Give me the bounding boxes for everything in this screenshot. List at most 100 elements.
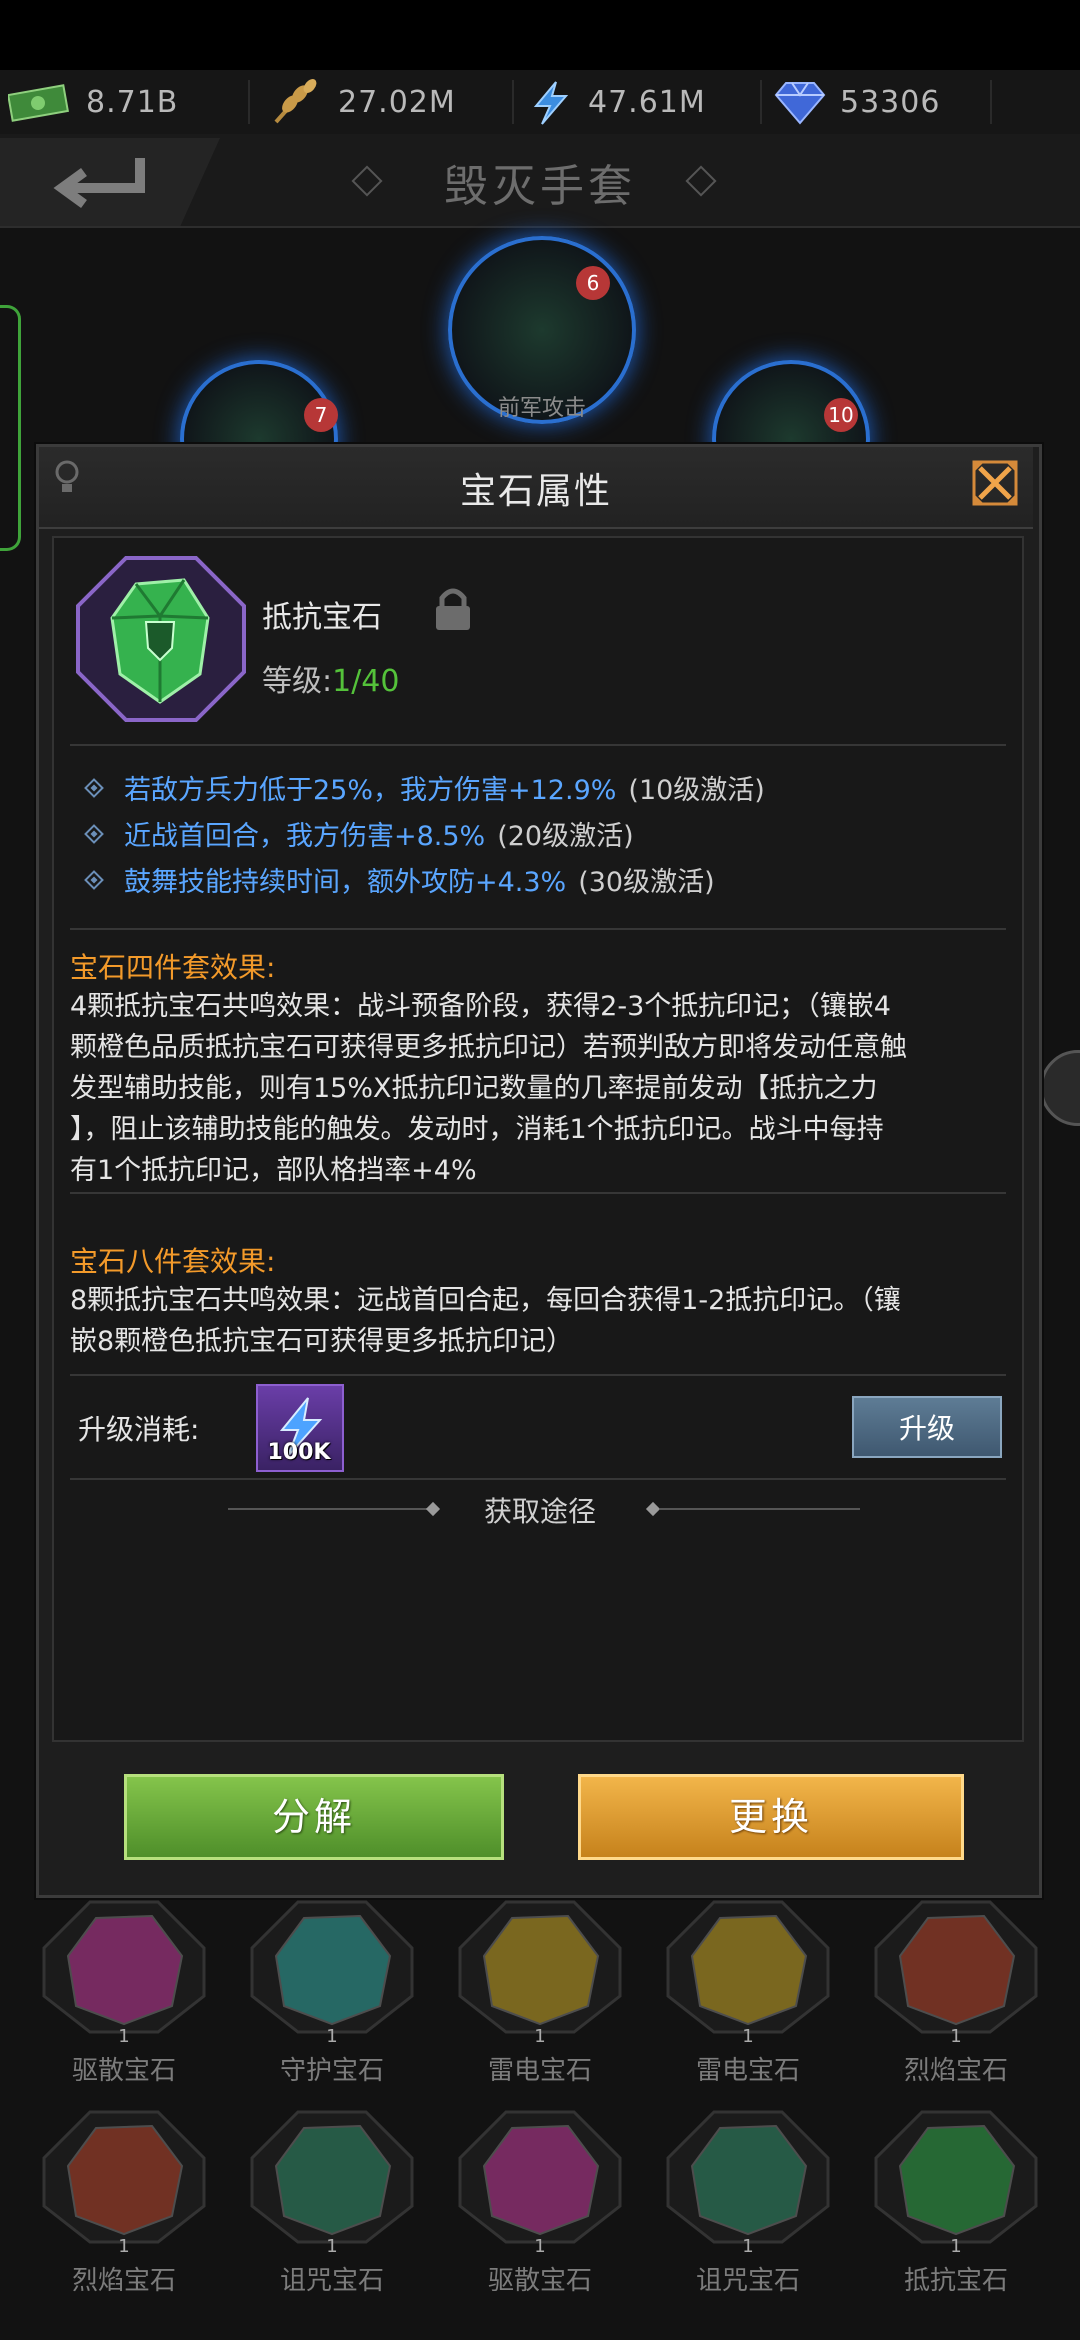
gem-name: 抵抗宝石 [262,600,382,635]
gem-label: 驱散宝石 [71,2056,176,2086]
gem-label: 雷电宝石 [487,2056,592,2086]
gem-qty: 1 [118,2026,130,2047]
diamond-icon [774,82,826,125]
cash-value: 8.71B [86,84,179,120]
gem-qty: 1 [534,2026,546,2047]
gem-label: 烈焰宝石 [71,2266,176,2296]
divider [70,1374,1006,1376]
gem-icon [458,2110,622,2244]
gem-inventory-item[interactable]: 1 驱散宝石 [34,1896,214,2096]
gem-label: 驱散宝石 [487,2266,592,2296]
wheat-icon [274,79,317,124]
gem-level-label: 等级: [262,664,333,699]
wheat-value: 27.02M [338,84,456,120]
gem-inventory-item[interactable]: 1 烈焰宝石 [34,2106,214,2306]
gem-qty: 1 [118,2236,130,2257]
resource-energy[interactable]: 47.61M [526,76,706,128]
upgrade-button[interactable]: 升级 [852,1396,1002,1458]
lightning-icon [533,81,569,125]
gem-inventory-item[interactable]: 1 守护宝石 [242,1896,422,2096]
gem-inventory-item[interactable]: 1 诅咒宝石 [242,2106,422,2306]
set8-title: 宝石八件套效果: [70,1245,276,1278]
slot-count-badge: 10 [824,398,858,432]
divider [70,1478,1006,1480]
attribute-activation: (10级激活) [628,775,765,806]
gem-qty: 1 [742,2236,754,2257]
set8-line: 8颗抵抗宝石共鸣效果：远战首回合起，每回合获得1-2抵抗印记。（镶 [70,1285,901,1316]
acquisition-source-title: 获取途径 [483,1495,596,1528]
diamond-bullet-icon [84,777,104,798]
gem-level: 等级:1/40 [262,656,399,700]
gem-inventory-item[interactable]: 1 诅咒宝石 [658,2106,838,2306]
gem-label: 诅咒宝石 [695,2266,800,2296]
replace-button[interactable]: 更换 [578,1774,964,1860]
set8-line: 嵌8颗橙色抵抗宝石可获得更多抵抗印记） [70,1326,574,1357]
attribute-activation: (20级激活) [497,821,634,852]
slot-label: 前军攻击 [497,396,586,421]
gem-label: 雷电宝石 [695,2056,800,2086]
energy-value: 47.61M [588,84,706,120]
set4-line: 有1个抵抗印记，部队格挡率+4% [70,1155,477,1186]
cash-icon [8,84,69,122]
gem-label: 抵抗宝石 [903,2266,1008,2296]
gem-icon [458,1900,622,2034]
set4-title: 宝石四件套效果: [70,951,276,984]
resource-cash[interactable]: 8.71B [8,76,178,128]
side-gem-slot[interactable] [1040,1050,1080,1126]
gem-qty: 1 [950,2236,962,2257]
gem-slot-center[interactable]: 6 前军攻击 [448,236,636,424]
gem-inventory-item[interactable]: 1 抵抗宝石 [866,2106,1046,2306]
gem-icon [250,2110,414,2244]
dialog-title: 宝石属性 [459,471,612,512]
resource-bar: 8.71B 27.02M 47.61M 53306 [0,70,1080,135]
attribute-row: 近战首回合，我方伤害+8.5% (20级激活) [84,814,634,853]
set4-line: 发型辅助技能，则有15%X抵抗印记数量的几率提前发动【抵抗之力 [70,1073,878,1104]
gem-level-value: 1/40 [332,664,400,699]
upgrade-cost-qty: 100K [267,1440,331,1465]
set4-line: 颗橙色品质抵抗宝石可获得更多抵抗印记）若预判敌方即将发动任意触 [70,1032,907,1063]
gem-label: 诅咒宝石 [279,2266,384,2296]
gem-qty: 1 [534,2236,546,2257]
set4-line: 4颗抵抗宝石共鸣效果：战斗预备阶段，获得2-3个抵抗印记；（镶嵌4 [70,991,891,1022]
resource-diamond[interactable]: 53306 [774,76,940,128]
gem-icon [666,1900,830,2034]
diamond-bullet-icon [84,869,104,890]
divider [70,1192,1006,1194]
diamond-bullet-icon [84,823,104,844]
gem-qty: 1 [950,2026,962,2047]
set4-line: 】，阻止该辅助技能的触发。发动时，消耗1个抵抗印记。战斗中每持 [70,1114,884,1145]
attribute-row: 鼓舞技能持续时间，额外攻防+4.3% (30级激活) [84,860,715,899]
slot-count-badge: 6 [576,266,610,300]
close-icon[interactable] [970,458,1020,508]
gem-icon [250,1900,414,2034]
resource-wheat[interactable]: 27.02M [268,76,456,128]
gem-inventory-item[interactable]: 1 驱散宝石 [450,2106,630,2306]
gem-qty: 1 [326,2026,338,2047]
upgrade-cost-label: 升级消耗: [78,1413,200,1446]
attribute-row: 若敌方兵力低于25%，我方伤害+12.9% (10级激活) [84,768,765,807]
page-title: 毁灭手套 [444,161,636,212]
gem-inventory-item[interactable]: 1 烈焰宝石 [866,1896,1046,2096]
gem-qty: 1 [326,2236,338,2257]
lock-icon[interactable] [432,584,474,632]
decompose-button[interactable]: 分解 [124,1774,504,1860]
source-line-right [660,1508,860,1510]
gem-icon [874,2110,1038,2244]
side-panel-edge [0,305,21,551]
set8-description: 8颗抵抗宝石共鸣效果：远战首回合起，每回合获得1-2抵抗印记。（镶 嵌8颗橙色抵… [70,1280,1010,1362]
status-bar [0,0,1080,70]
gem-inventory-item[interactable]: 1 雷电宝石 [658,1896,838,2096]
divider [70,928,1006,930]
diamond-value: 53306 [840,84,941,120]
gem-icon [42,1900,206,2034]
slot-count-badge: 7 [304,398,338,432]
attribute-text: 若敌方兵力低于25%，我方伤害+12.9% [124,775,617,806]
gem-icon [666,2110,830,2244]
divider [70,744,1006,746]
set4-description: 4颗抵抗宝石共鸣效果：战斗预备阶段，获得2-3个抵抗印记；（镶嵌4 颗橙色品质抵… [70,986,1010,1191]
gem-inventory-item[interactable]: 1 雷电宝石 [450,1896,630,2096]
gem-qty: 1 [742,2026,754,2047]
resistance-gem-icon[interactable] [76,556,246,722]
attribute-text: 鼓舞技能持续时间，额外攻防+4.3% [124,867,567,898]
attribute-activation: (30级激活) [578,867,715,898]
